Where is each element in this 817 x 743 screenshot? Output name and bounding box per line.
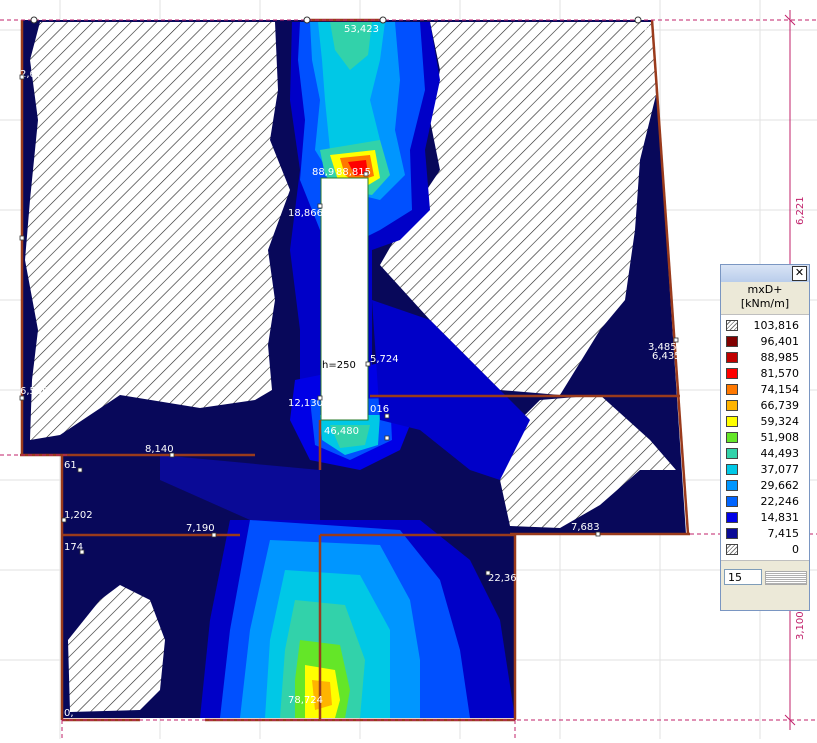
slab-opening (320, 177, 369, 421)
legend-swatch (726, 384, 738, 395)
value-label: 78,724 (288, 695, 323, 706)
legend-row: 88,985 (721, 350, 809, 366)
level-count-input[interactable]: 15 (724, 569, 762, 585)
legend-titlebar[interactable]: ✕ (721, 265, 809, 282)
legend-value: 29,662 (760, 479, 800, 492)
legend-value: 103,816 (753, 319, 800, 332)
value-label: 53,423 (344, 24, 379, 35)
legend-value: 96,401 (760, 335, 800, 348)
slab-contours (22, 20, 686, 718)
close-icon[interactable]: ✕ (792, 266, 807, 281)
legend-swatch (726, 496, 738, 507)
legend-swatch (726, 352, 738, 363)
value-label: 7,190 (186, 523, 215, 534)
value-label: 8,140 (145, 444, 174, 455)
legend-row: 0 (721, 542, 809, 558)
legend-value: 51,908 (760, 431, 800, 444)
value-label: 016 (370, 404, 389, 415)
legend-row: 22,246 (721, 494, 809, 510)
value-label: 18,866 (288, 208, 323, 219)
value-label: 6,500 (20, 386, 49, 397)
legend-swatch (726, 528, 738, 539)
legend-value: 7,415 (767, 527, 800, 540)
contour-plot[interactable]: 6,221 3,100 h=250 53,423 8 2,67 88,9 88,… (0, 0, 817, 739)
legend-swatch (726, 544, 738, 555)
legend-swatch (726, 480, 738, 491)
legend-row: 14,831 (721, 510, 809, 526)
legend-row: 51,908 (721, 430, 809, 446)
value-label: 1,202 (64, 510, 93, 521)
legend-swatch (726, 464, 738, 475)
legend-value: 74,154 (760, 383, 800, 396)
dimension-upper: 6,221 (795, 196, 806, 225)
legend-value: 44,493 (760, 447, 800, 460)
legend-row: 37,077 (721, 462, 809, 478)
legend-row: 74,154 (721, 382, 809, 398)
legend-quantity: mxD+ (747, 283, 783, 296)
legend-swatch (726, 368, 738, 379)
legend-panel: ✕ mxD+ [kNm/m] 103,816 96,401 88,985 81,… (720, 264, 810, 611)
model-view[interactable]: 6,221 3,100 h=250 53,423 8 2,67 88,9 88,… (0, 0, 817, 739)
legend-row: 96,401 (721, 334, 809, 350)
legend-value: 22,246 (760, 495, 800, 508)
value-label: 6,435 (652, 351, 681, 362)
legend-swatch (726, 336, 738, 347)
legend-swatch (726, 432, 738, 443)
legend-swatch (726, 448, 738, 459)
legend-value: 37,077 (760, 463, 800, 476)
legend-value: 88,985 (760, 351, 800, 364)
level-slider[interactable] (765, 571, 807, 585)
legend-swatch (726, 512, 738, 523)
legend-scale: 103,816 96,401 88,985 81,570 74,154 66,7… (721, 314, 809, 561)
legend-row: 103,816 (721, 318, 809, 334)
value-label: 8 (644, 24, 650, 35)
legend-swatch (726, 416, 738, 427)
legend-value: 66,739 (760, 399, 800, 412)
value-label: 61 (64, 460, 77, 471)
value-label: 7,683 (571, 522, 600, 533)
legend-row: 81,570 (721, 366, 809, 382)
legend-value: 81,570 (760, 367, 800, 380)
legend-row: 66,739 (721, 398, 809, 414)
opening-label: h=250 (322, 360, 356, 371)
legend-value: 14,831 (760, 511, 800, 524)
value-label: 22,36 (488, 573, 517, 584)
legend-footer: 15 (721, 569, 809, 587)
legend-value: 0 (792, 543, 799, 556)
dimension-lower: 3,100 (795, 611, 806, 640)
legend-unit: [kNm/m] (740, 297, 790, 310)
legend-swatch (726, 400, 738, 411)
legend-swatch (726, 320, 738, 331)
zero-region-left (25, 22, 290, 440)
value-label: 5,724 (370, 354, 399, 365)
value-label: 88,9 (312, 167, 334, 178)
legend-row: 44,493 (721, 446, 809, 462)
value-label: 0, (64, 708, 74, 719)
legend-row: 7,415 (721, 526, 809, 542)
legend-row: 59,324 (721, 414, 809, 430)
value-label: 46,480 (324, 426, 359, 437)
legend-row: 29,662 (721, 478, 809, 494)
legend-value: 59,324 (760, 415, 800, 428)
